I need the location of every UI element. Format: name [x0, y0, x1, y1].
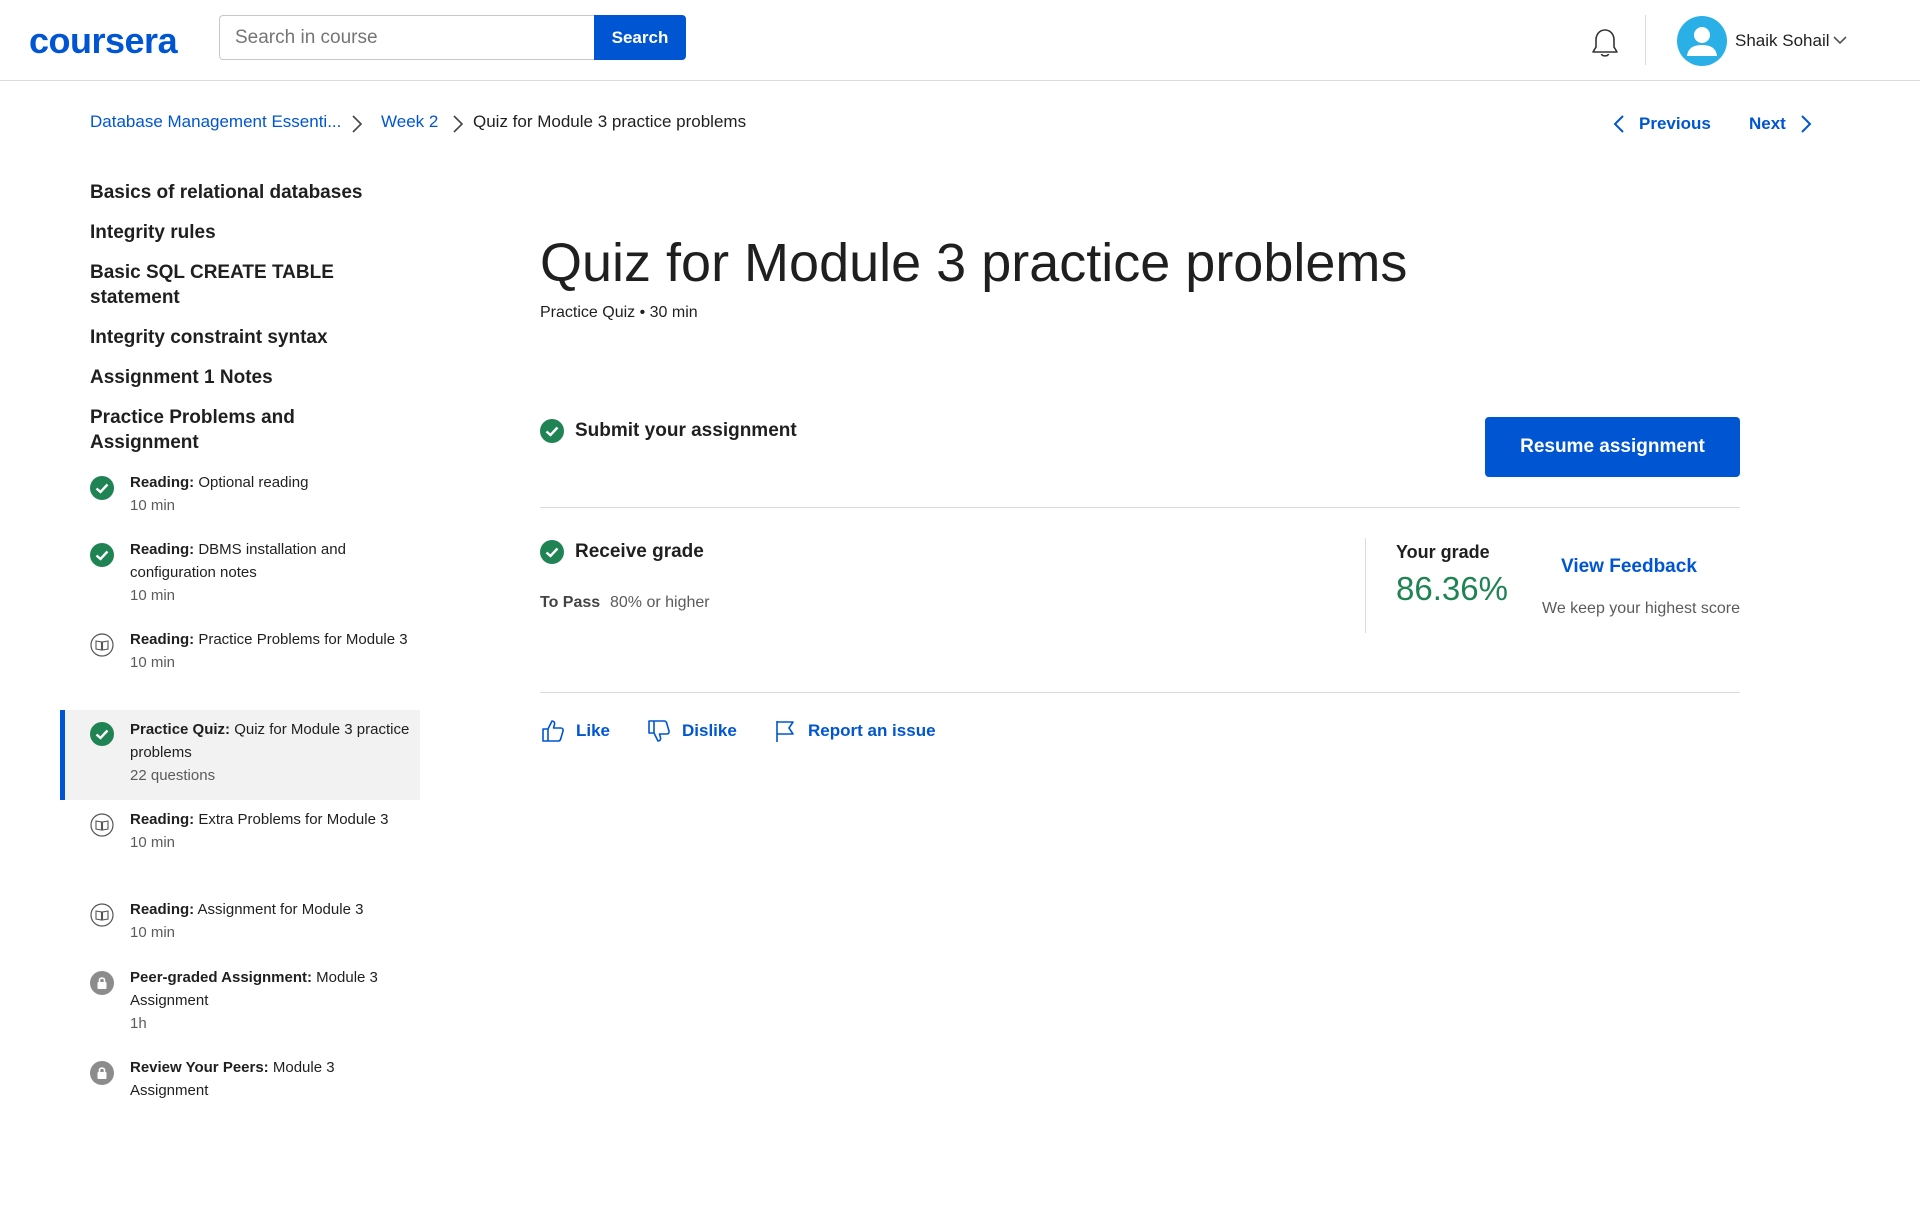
resume-assignment-button[interactable]: Resume assignment	[1485, 417, 1740, 477]
sidebar-item-review-peers[interactable]: Review Your Peers: Module 3 Assignment	[60, 1053, 420, 1115]
sidebar-item-practice-problems[interactable]: Reading: Practice Problems for Module 31…	[60, 625, 420, 710]
receive-grade-label: Receive grade	[575, 541, 704, 562]
user-avatar[interactable]	[1677, 16, 1727, 66]
submit-assignment-label: Submit your assignment	[575, 420, 797, 441]
to-pass-value: 80% or higher	[610, 594, 710, 611]
sidebar-heading-constraint-syntax[interactable]: Integrity constraint syntax	[90, 325, 380, 350]
chevron-right-icon	[1801, 115, 1812, 133]
dislike-button[interactable]: Dislike	[646, 716, 737, 746]
grade-value: 86.36%	[1396, 570, 1508, 607]
sidebar-item-text: Reading: Optional reading 10 min	[130, 474, 309, 514]
sidebar-heading-basics[interactable]: Basics of relational databases	[90, 180, 380, 205]
sidebar-item-dbms-installation[interactable]: Reading: DBMS installation and configura…	[60, 535, 420, 620]
check-circle-icon	[90, 722, 114, 746]
page-subtitle: Practice Quiz • 30 min	[540, 304, 698, 321]
breadcrumb-course-link[interactable]: Database Management Essenti...	[90, 112, 341, 132]
chevron-right-icon	[453, 115, 464, 133]
highest-score-note: We keep your highest score	[1542, 600, 1741, 617]
check-circle-icon	[90, 543, 114, 567]
user-avatar-icon	[1687, 27, 1717, 56]
report-label: Report an issue	[808, 721, 936, 740]
sidebar-item-practice-quiz-active[interactable]: Practice Quiz: Quiz for Module 3 practic…	[60, 710, 420, 800]
page-title: Quiz for Module 3 practice problems	[540, 233, 1408, 293]
sidebar-item-text: Reading: Practice Problems for Module 31…	[130, 631, 408, 671]
sidebar-item-text: Peer-graded Assignment: Module 3 Assignm…	[130, 969, 378, 1032]
your-grade-label: Your grade	[1396, 542, 1490, 562]
chevron-left-icon	[1613, 115, 1624, 133]
section-divider	[540, 507, 1740, 508]
to-pass-label: To Pass	[540, 594, 601, 611]
sidebar-item-text: Practice Quiz: Quiz for Module 3 practic…	[130, 721, 410, 784]
grade-divider	[1365, 538, 1366, 633]
sidebar-item-text: Review Your Peers: Module 3 Assignment	[130, 1059, 335, 1099]
top-header: coursera Search Shaik Sohail	[0, 0, 1920, 81]
reading-book-icon	[90, 633, 114, 657]
thumbs-up-icon	[542, 720, 564, 742]
previous-label: Previous	[1639, 114, 1711, 133]
chevron-down-icon[interactable]	[1832, 34, 1848, 46]
like-label: Like	[576, 721, 611, 740]
like-button[interactable]: Like	[540, 716, 610, 746]
header-divider	[1645, 15, 1646, 65]
notification-bell-icon[interactable]	[1588, 26, 1622, 60]
check-circle-icon	[90, 476, 114, 500]
check-circle-icon	[540, 540, 564, 564]
check-circle-icon	[540, 419, 564, 443]
reading-book-icon	[90, 813, 114, 837]
flag-icon	[776, 721, 794, 742]
section-divider	[540, 692, 1740, 693]
chevron-right-icon	[352, 115, 363, 133]
sidebar-item-text: Reading: Assignment for Module 3 10 min	[130, 901, 364, 941]
previous-button[interactable]: Previous	[1613, 111, 1711, 137]
sidebar-heading-sql-create[interactable]: Basic SQL CREATE TABLE statement	[90, 260, 380, 310]
sidebar-item-assignment-reading[interactable]: Reading: Assignment for Module 3 10 min	[60, 895, 420, 957]
sidebar-heading-practice-problems[interactable]: Practice Problems and Assignment	[90, 405, 380, 455]
sidebar-item-peer-graded[interactable]: Peer-graded Assignment: Module 3 Assignm…	[60, 963, 420, 1048]
search-input[interactable]	[219, 15, 595, 60]
thumbs-down-icon	[648, 720, 670, 742]
sidebar-item-extra-problems[interactable]: Reading: Extra Problems for Module 3 10 m…	[60, 805, 420, 890]
user-name[interactable]: Shaik Sohail	[1735, 31, 1830, 51]
lock-icon	[90, 1061, 114, 1085]
dislike-label: Dislike	[682, 721, 737, 740]
sidebar-heading-integrity-rules[interactable]: Integrity rules	[90, 220, 380, 245]
reading-book-icon	[90, 903, 114, 927]
lock-icon	[90, 971, 114, 995]
next-label: Next	[1749, 114, 1786, 133]
coursera-logo[interactable]: coursera	[29, 20, 178, 62]
report-issue-button[interactable]: Report an issue	[772, 716, 936, 746]
breadcrumb-week-link[interactable]: Week 2	[381, 112, 438, 132]
next-button[interactable]: Next	[1749, 111, 1812, 137]
sidebar-heading-assignment-notes[interactable]: Assignment 1 Notes	[90, 365, 380, 390]
search-button[interactable]: Search	[594, 15, 686, 60]
breadcrumb-current: Quiz for Module 3 practice problems	[473, 112, 747, 131]
sidebar-item-text: Reading: DBMS installation and configura…	[130, 541, 346, 604]
sidebar-item-text: Reading: Extra Problems for Module 3 10 m…	[130, 811, 389, 851]
sidebar-item-optional-reading[interactable]: Reading: Optional reading 10 min	[60, 468, 420, 530]
view-feedback-link[interactable]: View Feedback	[1561, 556, 1697, 578]
